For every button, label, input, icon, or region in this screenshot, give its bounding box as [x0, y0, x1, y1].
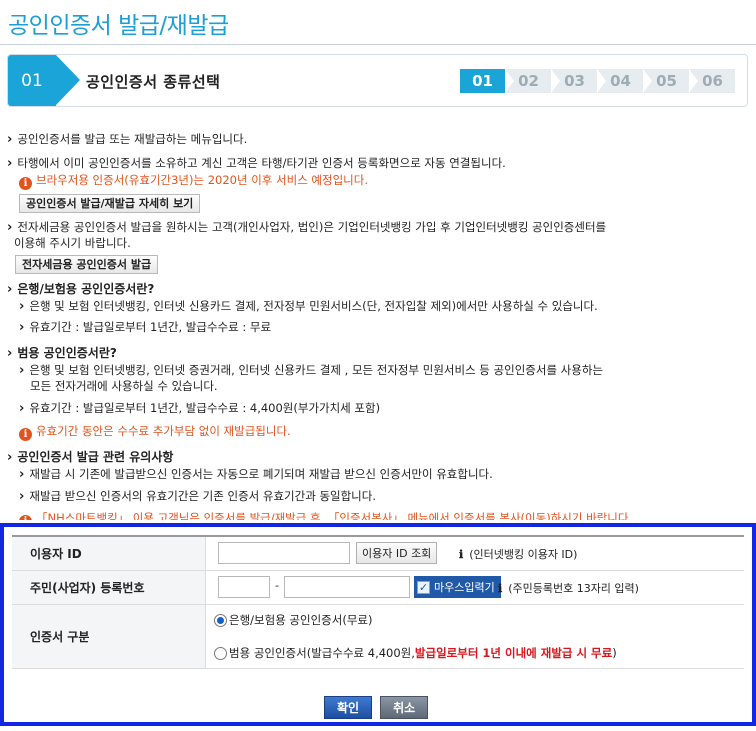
- general-cert-usage-2: 모든 전자거래에 사용하실 수 있습니다.: [30, 379, 218, 393]
- form-table: 이용자 ID 이용자 ID 조회 ℹ (인터넷뱅킹 이용자 ID) 주민(사업자)…: [12, 535, 744, 669]
- title-divider: [0, 44, 756, 45]
- heading-caution: 공인인증서 발급 관련 유의사항: [7, 448, 173, 465]
- info-icon: ℹ: [459, 548, 464, 561]
- heading-bank-cert: 은행/보험용 공인인증서란?: [7, 280, 154, 297]
- tax-cert-issue-button[interactable]: 전자세금용 공인인증서 발급: [15, 255, 159, 274]
- row-cert-type: 인증서 구분 은행/보험용 공인인증서(무료) 범용 공인인증서(발급수수료 4…: [12, 605, 744, 669]
- cert-form: 이용자 ID 이용자 ID 조회 ℹ (인터넷뱅킹 이용자 ID) 주민(사업자)…: [0, 523, 756, 726]
- step-list: 01 02 03 04 05 06: [459, 69, 735, 93]
- cancel-button[interactable]: 취소: [380, 696, 429, 719]
- step-01: 01: [460, 69, 514, 93]
- option-general-cert[interactable]: 범용 공인인증서(발급수수료 4,400원, 발급일로부터 1년 이내에 재발급…: [214, 645, 617, 661]
- confirm-button[interactable]: 확인: [324, 696, 373, 719]
- option-bank-cert[interactable]: 은행/보험용 공인인증서(무료): [214, 612, 372, 628]
- user-id-cell: 이용자 ID 조회 ℹ (인터넷뱅킹 이용자 ID): [206, 537, 744, 570]
- note-issue-menu: 공인인증서를 발급 또는 재발급하는 메뉴입니다.: [7, 132, 247, 147]
- bank-cert-usage: 은행 및 보험 인터넷뱅킹, 인터넷 신용카드 결제, 전자정부 민원서비스(단…: [19, 299, 597, 314]
- cert-type-cell: 은행/보험용 공인인증서(무료) 범용 공인인증서(발급수수료 4,400원, …: [206, 605, 744, 668]
- general-cert-validity: 유효기간 : 발급일로부터 1년간, 발급수수료 : 4,400원(부가가치세 …: [19, 401, 380, 416]
- user-id-hint: ℹ (인터넷뱅킹 이용자 ID): [459, 548, 578, 561]
- step-indicator: 01 공인인증서 종류선택 01 02 03 04 05 06: [7, 54, 748, 107]
- note-browser-cert: i 브라우저용 인증서(유효기간3년)는 2020년 이후 서비스 예정입니다.: [19, 173, 368, 190]
- row-user-id: 이용자 ID 이용자 ID 조회 ℹ (인터넷뱅킹 이용자 ID): [12, 537, 744, 571]
- note-tax-cert: 전자세금용 공인인증서 발급을 원하시는 고객(개인사업자, 법인)은 기업인터…: [7, 220, 606, 235]
- registration-dash: -: [275, 579, 279, 592]
- form-buttons: 확인 취소: [324, 696, 429, 719]
- caution-validity: 재발급 받으신 인증서의 유효기간은 기존 인증서 유효기간과 동일합니다.: [19, 489, 376, 504]
- registration-front-input[interactable]: [218, 576, 270, 598]
- general-cert-reissue-info: i 유효기간 동안은 수수료 추가부담 없이 재발급됩니다.: [19, 424, 291, 441]
- registration-back-input[interactable]: [284, 576, 410, 598]
- registration-cell: - ✓ 마우스입력기 ℹ (주민등록번호 13자리 입력): [206, 571, 744, 604]
- current-step-number: 01: [8, 55, 80, 106]
- detail-view-button[interactable]: 공인인증서 발급/재발급 자세히 보기: [19, 194, 201, 213]
- general-cert-usage: 은행 및 보험 인터넷뱅킹, 인터넷 증권거래, 인터넷 신용카드 결제 , 모…: [19, 363, 603, 378]
- row-registration: 주민(사업자) 등록번호 - ✓ 마우스입력기 ℹ (주민등록번호 13자리 입력): [12, 571, 744, 605]
- info-icon: ℹ: [498, 582, 503, 595]
- checkbox-icon: ✓: [417, 580, 430, 594]
- registration-hint: ℹ (주민등록번호 13자리 입력): [498, 582, 639, 595]
- caution-old-cert: 재발급 시 기존에 발급받으신 인증서는 자동으로 폐기되며 재발급 받으신 인…: [19, 467, 492, 482]
- radio-selected-icon[interactable]: [214, 613, 227, 627]
- note-other-bank: 타행에서 이미 공인인증서를 소유하고 계신 고객은 타행/타기관 인증서 등록…: [7, 156, 505, 171]
- registration-label: 주민(사업자) 등록번호: [12, 571, 206, 604]
- info-icon: i: [19, 428, 32, 441]
- bank-cert-validity: 유효기간 : 발급일로부터 1년간, 발급수수료 : 무료: [19, 320, 271, 335]
- heading-general-cert: 범용 공인인증서란?: [7, 344, 116, 361]
- user-id-label: 이용자 ID: [12, 537, 206, 570]
- mouse-input-button[interactable]: ✓ 마우스입력기: [414, 576, 501, 598]
- info-icon: i: [19, 177, 32, 190]
- user-id-input[interactable]: [218, 542, 350, 564]
- radio-icon[interactable]: [214, 646, 227, 660]
- cert-type-label: 인증서 구분: [12, 605, 206, 668]
- note-tax-cert-2: 이용해 주시기 바랍니다.: [14, 236, 131, 250]
- current-step-title: 공인인증서 종류선택: [86, 73, 221, 91]
- user-id-lookup-button[interactable]: 이용자 ID 조회: [356, 542, 438, 564]
- page-title: 공인인증서 발급/재발급: [8, 13, 229, 39]
- info-icon: i: [19, 515, 32, 520]
- caution-smart-banking: i「NH스마트뱅킹」 이용 고객님은 인증서를 발급/재발급 후, 「인증서복사…: [19, 511, 632, 520]
